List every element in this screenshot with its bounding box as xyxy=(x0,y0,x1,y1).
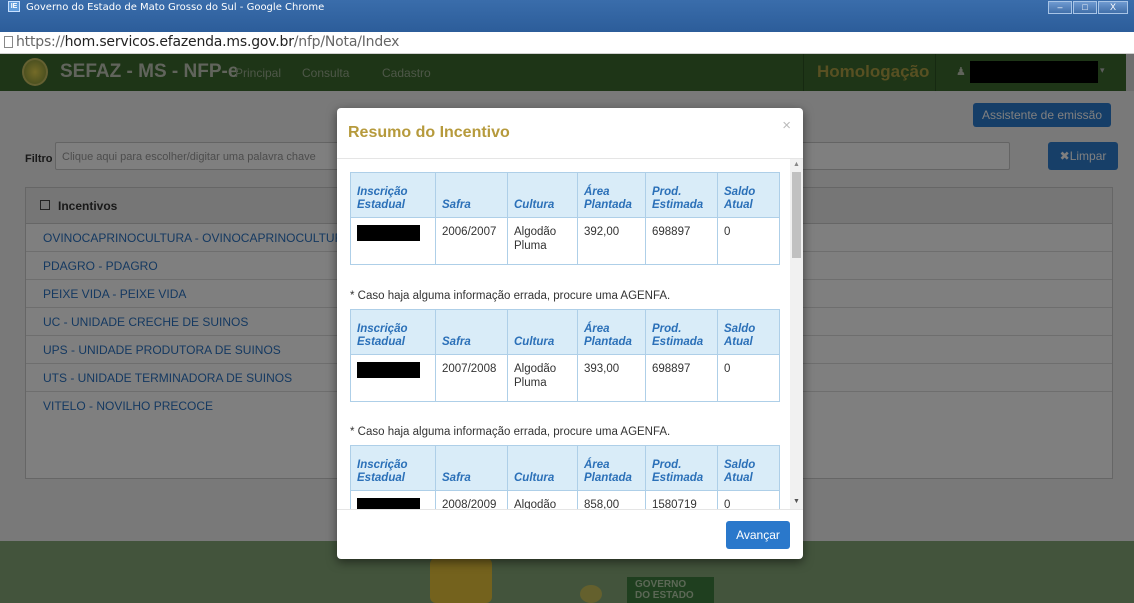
agenfa-note: * Caso haja alguma informação errada, pr… xyxy=(350,426,671,438)
cell-saldo: 0 xyxy=(717,490,780,509)
modal-header: Resumo do Incentivo × xyxy=(337,108,803,159)
cell-saldo: 0 xyxy=(717,354,780,402)
cell-area: 858,00 xyxy=(577,490,646,509)
cell-prod: 698897 xyxy=(645,354,718,402)
cell-saldo: 0 xyxy=(717,217,780,265)
window-title: Governo do Estado de Mato Grosso do Sul … xyxy=(26,2,325,13)
cell-safra: 2008/2009 xyxy=(435,490,508,509)
cell-area: 393,00 xyxy=(577,354,646,402)
table-row: 2008/2009 Algodão 858,00 1580719 0 xyxy=(350,490,780,509)
col-inscricao: Inscrição Estadual xyxy=(350,309,436,355)
modal-footer: Avançar xyxy=(337,509,803,559)
agenfa-note: * Caso haja alguma informação errada, pr… xyxy=(350,290,671,302)
redacted-inscricao xyxy=(350,217,436,265)
incentive-table: Inscrição Estadual Safra Cultura Área Pl… xyxy=(350,445,780,509)
maximize-button[interactable]: □ xyxy=(1073,1,1097,14)
col-saldo: Saldo Atual xyxy=(717,309,780,355)
url-path: /nfp/Nota/Index xyxy=(293,34,400,50)
page-icon xyxy=(4,36,13,48)
col-saldo: Saldo Atual xyxy=(717,445,780,491)
redacted-inscricao xyxy=(350,354,436,402)
col-inscricao: Inscrição Estadual xyxy=(350,445,436,491)
url-text[interactable]: https://hom.servicos.efazenda.ms.gov.br/… xyxy=(16,34,399,50)
col-prod: Prod. Estimada xyxy=(645,172,718,218)
col-prod: Prod. Estimada xyxy=(645,445,718,491)
next-button[interactable]: Avançar xyxy=(726,521,790,549)
minimize-button[interactable]: – xyxy=(1048,1,1072,14)
incentive-table: Inscrição Estadual Safra Cultura Área Pl… xyxy=(350,172,780,265)
cell-cultura: Algodão Pluma xyxy=(507,354,578,402)
cell-cultura: Algodão Pluma xyxy=(507,217,578,265)
col-prod: Prod. Estimada xyxy=(645,309,718,355)
modal-title: Resumo do Incentivo xyxy=(348,124,510,141)
col-inscricao: Inscrição Estadual xyxy=(350,172,436,218)
redacted-inscricao xyxy=(350,490,436,509)
modal-body[interactable]: Inscrição Estadual Safra Cultura Área Pl… xyxy=(337,159,790,509)
cell-prod: 698897 xyxy=(645,217,718,265)
col-saldo: Saldo Atual xyxy=(717,172,780,218)
cell-safra: 2006/2007 xyxy=(435,217,508,265)
scroll-down-icon[interactable]: ▼ xyxy=(793,498,800,505)
close-window-button[interactable]: X xyxy=(1098,1,1128,14)
incentive-table: Inscrição Estadual Safra Cultura Área Pl… xyxy=(350,309,780,402)
col-safra: Safra xyxy=(435,172,508,218)
cell-safra: 2007/2008 xyxy=(435,354,508,402)
close-icon[interactable]: × xyxy=(782,117,791,134)
cell-area: 392,00 xyxy=(577,217,646,265)
app-icon: IE xyxy=(8,1,20,12)
scroll-thumb[interactable] xyxy=(792,172,801,258)
scroll-up-icon[interactable]: ▲ xyxy=(793,161,800,168)
col-area: Área Plantada xyxy=(577,309,646,355)
url-prefix: https:// xyxy=(16,34,65,50)
url-host: hom.servicos.efazenda.ms.gov.br xyxy=(64,34,294,50)
cell-prod: 1580719 xyxy=(645,490,718,509)
table-row: 2006/2007 Algodão Pluma 392,00 698897 0 xyxy=(350,217,780,265)
modal-scrollbar[interactable]: ▲ ▼ xyxy=(790,159,803,509)
col-area: Área Plantada xyxy=(577,445,646,491)
col-safra: Safra xyxy=(435,445,508,491)
col-cultura: Cultura xyxy=(507,309,578,355)
incentive-summary-modal: Resumo do Incentivo × Inscrição Estadual… xyxy=(337,108,803,559)
table-row: 2007/2008 Algodão Pluma 393,00 698897 0 xyxy=(350,354,780,402)
window-titlebar: IE Governo do Estado de Mato Grosso do S… xyxy=(0,0,1134,32)
col-cultura: Cultura xyxy=(507,172,578,218)
col-cultura: Cultura xyxy=(507,445,578,491)
col-safra: Safra xyxy=(435,309,508,355)
address-bar[interactable]: https://hom.servicos.efazenda.ms.gov.br/… xyxy=(0,32,1134,54)
col-area: Área Plantada xyxy=(577,172,646,218)
cell-cultura: Algodão xyxy=(507,490,578,509)
